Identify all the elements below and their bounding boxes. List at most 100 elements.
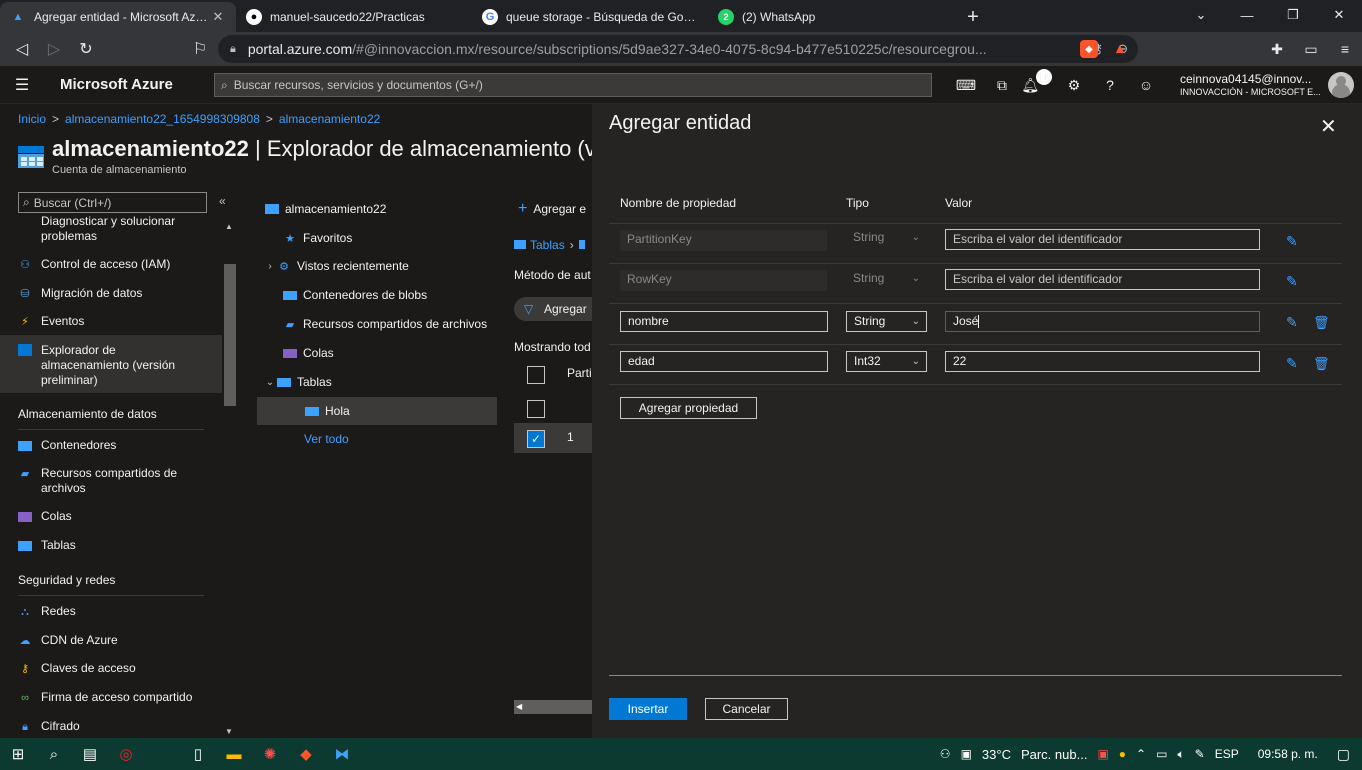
tree-table-hola[interactable]: Hola xyxy=(257,397,497,425)
brave-icon[interactable]: ◆ xyxy=(288,738,324,770)
column-header[interactable]: Parti xyxy=(567,366,592,380)
breadcrumb-home[interactable]: Inicio xyxy=(18,112,46,126)
minimize-icon[interactable]: — xyxy=(1224,0,1270,30)
close-tab-icon[interactable]: ✕ xyxy=(210,9,226,25)
breadcrumb-account[interactable]: almacenamiento22 xyxy=(279,112,380,126)
table-breadcrumb[interactable]: Tablas › xyxy=(514,238,585,252)
tree-favorites[interactable]: ★ Favoritos xyxy=(257,225,497,251)
row-checkbox-checked[interactable]: ✓ xyxy=(527,430,545,448)
scroll-left-icon[interactable]: ◀ xyxy=(516,700,522,714)
restore-icon[interactable]: ❐ xyxy=(1270,0,1316,30)
nav-storage-explorer[interactable]: Explorador de almacenamiento (versión pr… xyxy=(0,335,222,393)
nav-containers[interactable]: Contenedores xyxy=(0,438,222,453)
value-field[interactable]: Escriba el valor del identificador xyxy=(945,269,1260,290)
portal-menu-icon[interactable]: ☰ xyxy=(0,75,44,95)
task-view-icon[interactable]: ▤ xyxy=(72,738,108,770)
nav-file-shares[interactable]: ▰ Recursos compartidos de archivos xyxy=(0,466,222,496)
edit-icon[interactable]: ✎ xyxy=(1286,273,1298,290)
horizontal-scrollbar[interactable]: ◀ xyxy=(514,700,592,714)
nav-encryption[interactable]: 🔒︎ Cifrado xyxy=(0,719,222,734)
tab-search-icon[interactable]: ⌄ xyxy=(1178,0,1224,30)
brave-rewards-icon[interactable]: ▲ xyxy=(1113,40,1127,56)
help-icon[interactable]: ? xyxy=(1092,77,1128,93)
brave-shield-icon[interactable]: ◆ xyxy=(1080,40,1098,58)
select-all-checkbox[interactable] xyxy=(527,366,545,384)
value-field[interactable]: José xyxy=(945,311,1260,332)
nav-cdn[interactable]: ☁ CDN de Azure xyxy=(0,633,222,648)
add-filter-button[interactable]: ▽ Agregar xyxy=(514,297,592,321)
nav-queues[interactable]: Colas xyxy=(0,509,222,524)
add-entity-toolbar-button[interactable]: + Agregar e xyxy=(518,200,586,218)
opera-icon[interactable]: ◎ xyxy=(108,738,144,770)
app-icon[interactable]: ✺ xyxy=(252,738,288,770)
add-property-button[interactable]: Agregar propiedad xyxy=(620,397,757,419)
network-icon[interactable]: ▭ xyxy=(1156,747,1167,761)
nav-access-keys[interactable]: ⚷ Claves de acceso xyxy=(0,661,222,676)
search-icon[interactable]: ⌕ xyxy=(36,738,72,770)
scroll-thumb[interactable] xyxy=(224,264,236,406)
property-name-field[interactable]: edad xyxy=(620,351,828,372)
browser-tab-whatsapp[interactable]: 2 (2) WhatsApp xyxy=(708,2,958,32)
notification-center-icon[interactable]: ▢ xyxy=(1337,746,1350,763)
value-field[interactable]: Escriba el valor del identificador xyxy=(945,229,1260,250)
back-icon[interactable]: ◁ xyxy=(6,33,38,65)
clock[interactable]: 09:58 p. m. xyxy=(1258,747,1318,761)
weather[interactable]: Parc. nub... xyxy=(1021,747,1087,762)
chevron-up-icon[interactable]: ⌃ xyxy=(1136,747,1146,761)
see-all-link[interactable]: Ver todo xyxy=(304,432,349,446)
type-select[interactable]: String ⌄ xyxy=(846,311,927,332)
forward-icon[interactable]: ▷ xyxy=(38,33,70,65)
browser-tab-google[interactable]: G queue storage - Búsqueda de Google xyxy=(472,2,708,32)
value-field[interactable]: 22 xyxy=(945,351,1260,372)
tray-app-icon[interactable]: ● xyxy=(1119,747,1126,761)
collapse-menu-icon[interactable]: « xyxy=(219,194,226,208)
file-explorer-icon[interactable]: ▬ xyxy=(216,738,252,770)
new-tab-button[interactable]: + xyxy=(958,2,988,32)
property-name-field[interactable]: nombre xyxy=(620,311,828,332)
nav-diagnose[interactable]: Diagnosticar y solucionar problemas xyxy=(0,216,222,244)
avatar[interactable] xyxy=(1328,72,1354,98)
temperature[interactable]: 33°C xyxy=(982,747,1011,762)
nav-data-migration[interactable]: ⛁ Migración de datos xyxy=(0,286,222,301)
pen-icon[interactable]: ✎ xyxy=(1195,747,1205,761)
brand-label[interactable]: Microsoft Azure xyxy=(44,76,212,93)
settings-gear-icon[interactable]: ⚙ xyxy=(1056,77,1092,94)
global-search-input[interactable]: ⌕ Buscar recursos, servicios y documento… xyxy=(214,73,932,97)
people-icon[interactable]: ⚇ xyxy=(940,747,951,761)
news-icon[interactable]: ▣ xyxy=(961,747,972,761)
tree-queues[interactable]: Colas xyxy=(257,340,497,366)
reload-icon[interactable]: ↻ xyxy=(70,33,102,65)
edit-icon[interactable]: ✎ xyxy=(1286,233,1298,250)
windows-start-icon[interactable]: ⊞ xyxy=(0,738,36,770)
menu-scrollbar[interactable]: ▲ ▼ xyxy=(222,220,238,738)
menu-icon[interactable]: ≡ xyxy=(1328,41,1362,57)
extensions-icon[interactable]: ✚ xyxy=(1260,41,1294,58)
edit-icon[interactable]: ✎ xyxy=(1286,314,1298,331)
tree-file-shares[interactable]: ▰ Recursos compartidos de archivos xyxy=(257,311,497,337)
tray-app-icon[interactable]: ▣ xyxy=(1097,747,1108,761)
browser-tab-github[interactable]: ● manuel-saucedo22/Practicas xyxy=(236,2,472,32)
close-icon[interactable]: ✕ xyxy=(1320,114,1337,139)
cancel-button[interactable]: Cancelar xyxy=(705,698,788,720)
nav-sas[interactable]: ∞ Firma de acceso compartido xyxy=(0,690,222,705)
delete-icon[interactable]: 🗑︎ xyxy=(1313,356,1330,372)
tree-root[interactable]: almacenamiento22 xyxy=(257,196,497,222)
insert-button[interactable]: Insertar xyxy=(609,698,687,720)
browser-tab-azure[interactable]: ▲ Agregar entidad - Microsoft Azure ✕ xyxy=(0,2,236,32)
nav-tables[interactable]: Tablas xyxy=(0,538,222,553)
wallet-icon[interactable]: ▭ xyxy=(1294,41,1328,58)
volume-icon[interactable]: 🔈︎ xyxy=(1177,747,1184,762)
chevron-down-icon[interactable]: ⌄ xyxy=(263,377,277,388)
phone-icon[interactable]: ▯ xyxy=(180,738,216,770)
cloud-shell-icon[interactable]: ⌨ xyxy=(948,77,984,94)
address-bar[interactable]: 🔒︎ portal.azure.com/#@innovaccion.mx/res… xyxy=(218,35,1138,63)
bookmark-icon[interactable]: ⚐ xyxy=(184,33,216,65)
tree-blob-containers[interactable]: Contenedores de blobs xyxy=(257,282,497,308)
vscode-icon[interactable]: ⧓ xyxy=(324,738,360,770)
chevron-right-icon[interactable]: › xyxy=(263,261,277,272)
directory-filter-icon[interactable]: ⧉ xyxy=(984,77,1020,94)
feedback-icon[interactable]: ☺ xyxy=(1128,77,1164,93)
scroll-up-icon[interactable]: ▲ xyxy=(225,222,233,231)
notifications-icon[interactable]: 🔔︎16 xyxy=(1020,68,1056,94)
tree-recent[interactable]: › ⚙ Vistos recientemente xyxy=(257,253,497,279)
